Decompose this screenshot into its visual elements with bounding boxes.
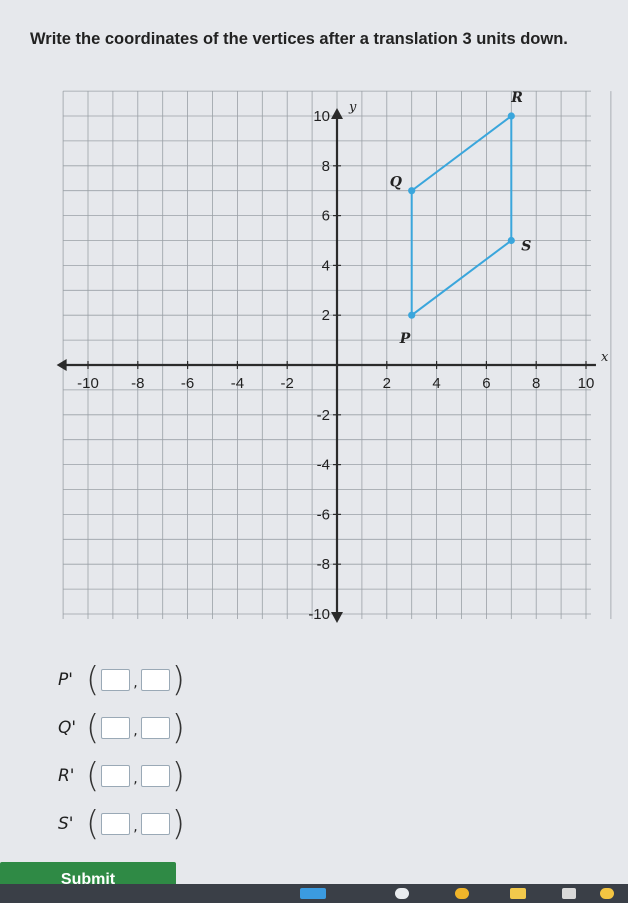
answer-row-s: S' ( , ) xyxy=(58,804,185,844)
app-icon[interactable] xyxy=(300,888,326,899)
folder-icon[interactable] xyxy=(510,888,526,899)
vertex-label-q: Q xyxy=(390,175,402,191)
vertex-point-r xyxy=(507,112,515,120)
y-tick-label: 2 xyxy=(322,307,330,324)
vertex-point-p xyxy=(408,311,416,319)
comma: , xyxy=(133,723,138,739)
s-x-input[interactable] xyxy=(101,813,131,835)
answer-row-r: R' ( , ) xyxy=(58,756,185,796)
vertex-label: P' xyxy=(58,670,73,690)
x-tick-label: -8 xyxy=(131,375,144,392)
vertex-label: Q' xyxy=(58,718,77,738)
vertex-label-s: S xyxy=(521,239,531,255)
chrome-icon[interactable] xyxy=(455,888,469,899)
x-tick-label: -10 xyxy=(77,375,99,392)
open-paren: ( xyxy=(86,660,100,700)
y-tick-label: -4 xyxy=(317,457,330,474)
comma: , xyxy=(133,771,138,787)
close-paren: ) xyxy=(171,660,185,700)
coordinate-graph: x y -10 -8 -6 -4 -2 2 4 6 8 10 -10 -8 -6 -4 -2 2 4 6 8 10 P Q… xyxy=(56,90,612,623)
open-paren: ( xyxy=(86,756,100,796)
y-tick-label: -10 xyxy=(308,606,330,623)
vertex-point-s xyxy=(507,236,515,245)
y-tick-label: -2 xyxy=(317,407,330,424)
close-paren: ) xyxy=(171,804,185,844)
q-y-input[interactable] xyxy=(140,717,170,739)
browser-icon[interactable] xyxy=(395,888,409,899)
comma: , xyxy=(133,675,138,691)
x-axis-label: x xyxy=(601,350,609,365)
open-paren: ( xyxy=(86,708,100,748)
answer-row-p: P' ( , ) xyxy=(58,660,185,700)
vertex-label-r: R xyxy=(510,90,523,106)
y-tick-label: 4 xyxy=(322,257,330,274)
x-tick-label: 6 xyxy=(482,375,490,392)
y-tick-label: -6 xyxy=(317,506,330,523)
question-text: Write the coordinates of the vertices af… xyxy=(30,30,568,48)
y-axis-up-arrow xyxy=(331,108,343,119)
comma: , xyxy=(133,819,138,835)
vertex-label: R' xyxy=(58,766,75,786)
x-tick-label: 8 xyxy=(532,375,540,392)
x-axis-left-arrow xyxy=(56,359,67,371)
x-tick-label: 10 xyxy=(578,375,595,392)
vertex-point-q xyxy=(408,187,416,195)
taskbar xyxy=(0,884,628,903)
calendar-icon[interactable] xyxy=(562,888,576,899)
close-paren: ) xyxy=(171,756,185,796)
y-tick-label: 10 xyxy=(313,108,330,125)
y-tick-label: -8 xyxy=(317,556,330,573)
s-y-input[interactable] xyxy=(140,813,170,835)
vertex-label: S' xyxy=(58,814,74,834)
open-paren: ( xyxy=(86,804,100,844)
vertex-label-p: P xyxy=(399,331,411,347)
x-tick-label: -2 xyxy=(281,375,294,392)
x-tick-label: -4 xyxy=(231,375,244,392)
x-tick-label: 4 xyxy=(432,375,440,392)
answer-row-q: Q' ( , ) xyxy=(58,708,185,748)
r-x-input[interactable] xyxy=(101,765,131,787)
y-axis-label: y xyxy=(348,100,357,115)
p-x-input[interactable] xyxy=(101,669,131,691)
account-icon[interactable] xyxy=(600,888,614,899)
y-tick-label: 8 xyxy=(322,158,330,175)
close-paren: ) xyxy=(171,708,185,748)
y-tick-label: 6 xyxy=(322,208,330,225)
x-tick-label: -6 xyxy=(181,375,194,392)
x-tick-label: 2 xyxy=(383,375,391,392)
r-y-input[interactable] xyxy=(140,765,170,787)
p-y-input[interactable] xyxy=(140,669,170,691)
q-x-input[interactable] xyxy=(101,717,131,739)
